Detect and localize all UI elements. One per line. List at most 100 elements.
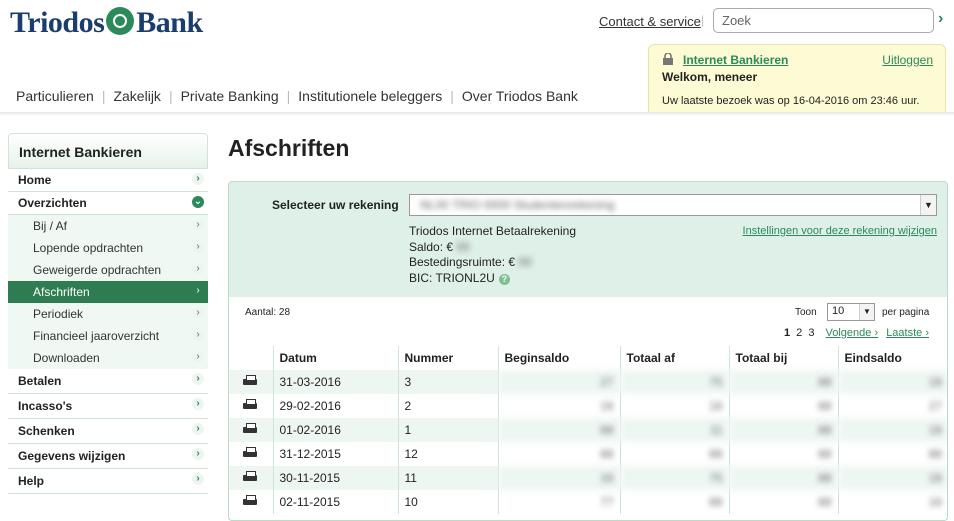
cell-datum: 01-02-2016 xyxy=(272,418,398,442)
col-header-totaal-bij[interactable]: Totaal bij xyxy=(728,346,838,370)
cell-datum: 31-03-2016 xyxy=(272,370,398,394)
triodos-mark-icon xyxy=(106,7,135,35)
account-settings-link[interactable]: Instellingen voor deze rekening wijzigen xyxy=(743,225,937,237)
table-row[interactable]: 31-12-2015 12 88 88 88 88 xyxy=(229,442,947,466)
pagination: 1 2 3 Volgende › Laatste › xyxy=(784,327,929,339)
print-cell[interactable] xyxy=(229,490,273,514)
cell-nummer: 12 xyxy=(397,442,498,466)
sidebar-item-label: Home xyxy=(18,173,52,187)
nav-private-banking[interactable]: Private Banking xyxy=(181,88,279,104)
col-header-eindsaldo[interactable]: Eindsaldo xyxy=(837,346,947,370)
page-link-2[interactable]: 2 xyxy=(796,327,802,339)
printer-icon[interactable] xyxy=(242,494,258,507)
col-header-datum[interactable]: Datum xyxy=(272,346,398,370)
col-header-nummer[interactable]: Nummer xyxy=(397,346,498,370)
col-header-totaal-af[interactable]: Totaal af xyxy=(619,346,729,370)
sidebar-sub-lopende-opdrachten[interactable]: Lopende opdrachten › xyxy=(8,237,208,259)
logo-text-right: Bank xyxy=(136,6,203,39)
triodos-logo[interactable]: Triodos Bank xyxy=(10,6,203,40)
table-row[interactable]: 29-02-2016 2 16 16 88 27 xyxy=(229,394,947,418)
logout-link[interactable]: Uitloggen xyxy=(882,53,933,67)
bic-row: BIC: TRIONL2U? xyxy=(409,271,576,287)
table-row[interactable]: 31-03-2016 3 27 75 88 16 xyxy=(229,370,947,394)
nav-divider: | xyxy=(168,88,173,104)
sidebar-sub-downloaden[interactable]: Downloaden › xyxy=(8,347,208,369)
sidebar-item-gegevens-wijzigen[interactable]: Gegevens wijzigen › xyxy=(8,444,208,469)
sidebar-item-overzichten[interactable]: Overzichten ⌄ xyxy=(8,192,208,215)
print-cell[interactable] xyxy=(229,442,273,466)
account-info: Triodos Internet Betaalrekening Saldo: €… xyxy=(409,224,576,286)
cell-datum: 30-11-2015 xyxy=(272,466,398,490)
printer-icon[interactable] xyxy=(242,470,258,483)
search-input[interactable] xyxy=(713,8,934,33)
bestedingsruimte-row: Bestedingsruimte: € 00 xyxy=(409,255,576,271)
table-row[interactable]: 02-11-2015 10 77 88 88 16 xyxy=(229,490,947,514)
sidebar-item-label: Help xyxy=(18,474,45,488)
welcome-greeting: Welkom, meneer xyxy=(662,70,758,84)
sidebar-item-schenken[interactable]: Schenken › xyxy=(8,419,208,444)
col-header-beginsaldo[interactable]: Beginsaldo xyxy=(497,346,620,370)
sidebar-item-incasso[interactable]: Incasso's › xyxy=(8,394,208,419)
printer-icon[interactable] xyxy=(242,374,258,387)
print-cell[interactable] xyxy=(229,466,273,490)
account-select[interactable]: NL00 TRIO 0000 Studentenrekening ▼ xyxy=(409,194,937,216)
dropdown-arrow-icon: ▼ xyxy=(859,304,874,320)
nav-institutionele-beleggers[interactable]: Institutionele beleggers xyxy=(298,88,442,104)
sidebar-item-label: Bij / Af xyxy=(33,219,68,233)
account-select-label: Selecteer uw rekening xyxy=(272,198,399,212)
cell-totaal-bij: 88 xyxy=(728,370,838,394)
page-link-3[interactable]: 3 xyxy=(808,327,814,339)
sidebar-item-label: Geweigerde opdrachten xyxy=(33,263,162,277)
last-page-link[interactable]: Laatste › xyxy=(886,327,929,339)
logo-text-left: Triodos xyxy=(10,6,105,39)
cell-nummer: 3 xyxy=(397,370,498,394)
sidebar-sub-periodiek[interactable]: Periodiek › xyxy=(8,303,208,325)
bestedingsruimte-value: 00 xyxy=(518,255,532,269)
cell-beginsaldo: 16 xyxy=(497,466,620,490)
sidebar-sub-geweigerde-opdrachten[interactable]: Geweigerde opdrachten › xyxy=(8,259,208,281)
printer-icon[interactable] xyxy=(242,422,258,435)
sidebar-title: Internet Bankieren xyxy=(8,133,208,169)
nav-over-triodos[interactable]: Over Triodos Bank xyxy=(462,88,578,104)
help-question-icon[interactable]: ? xyxy=(498,273,510,285)
saldo-row: Saldo: € 00 xyxy=(409,240,576,256)
cell-nummer: 10 xyxy=(397,490,498,514)
sidebar-item-label: Schenken xyxy=(18,424,75,438)
cell-totaal-bij: 88 xyxy=(728,442,838,466)
table-row[interactable]: 01-02-2016 1 88 11 88 16 xyxy=(229,418,947,442)
bestedingsruimte-label: Bestedingsruimte: € xyxy=(409,255,516,269)
per-page-value: 10 xyxy=(832,305,845,317)
sidebar-item-help[interactable]: Help › xyxy=(8,469,208,494)
header-divider-line xyxy=(0,112,954,116)
contact-service-link[interactable]: Contact & service xyxy=(599,14,701,29)
printer-icon[interactable] xyxy=(242,446,258,459)
next-page-link[interactable]: Volgende › xyxy=(826,327,879,339)
print-cell[interactable] xyxy=(229,370,273,394)
sidebar-sub-financieel-jaaroverzicht[interactable]: Financieel jaaroverzicht › xyxy=(8,325,208,347)
account-selector-area: Selecteer uw rekening NL00 TRIO 0000 Stu… xyxy=(229,182,947,297)
per-page-label: per pagina xyxy=(882,307,930,318)
search-go-icon[interactable]: › xyxy=(938,10,943,28)
table-row[interactable]: 30-11-2015 11 16 75 88 16 xyxy=(229,466,947,490)
printer-icon[interactable] xyxy=(242,398,258,411)
sidebar-item-betalen[interactable]: Betalen › xyxy=(8,369,208,394)
cell-totaal-af: 11 xyxy=(619,418,729,442)
nav-particulieren[interactable]: Particulieren xyxy=(16,88,94,104)
print-cell[interactable] xyxy=(229,418,273,442)
chevron-right-icon: › xyxy=(192,307,204,319)
sidebar-sub-bij-af[interactable]: Bij / Af › xyxy=(8,215,208,237)
page-title: Afschriften xyxy=(228,135,350,161)
sidebar-item-label: Incasso's xyxy=(18,399,73,413)
sidebar-item-home[interactable]: Home › xyxy=(8,169,208,192)
nav-zakelijk[interactable]: Zakelijk xyxy=(113,88,160,104)
chevron-right-icon: › xyxy=(196,285,200,296)
internet-bankieren-link[interactable]: Internet Bankieren xyxy=(683,53,788,67)
cell-datum: 31-12-2015 xyxy=(272,442,398,466)
per-page-select[interactable]: 10 ▼ xyxy=(827,303,875,321)
result-count: Aantal: 28 xyxy=(245,307,291,318)
chevron-right-icon: › xyxy=(192,423,204,435)
welcome-box: Internet Bankieren Uitloggen Welkom, men… xyxy=(648,44,946,116)
print-cell[interactable] xyxy=(229,394,273,418)
sidebar-sub-afschriften[interactable]: Afschriften › xyxy=(8,281,208,303)
table-header-row: Datum Nummer Beginsaldo Totaal af Totaal… xyxy=(229,346,947,370)
